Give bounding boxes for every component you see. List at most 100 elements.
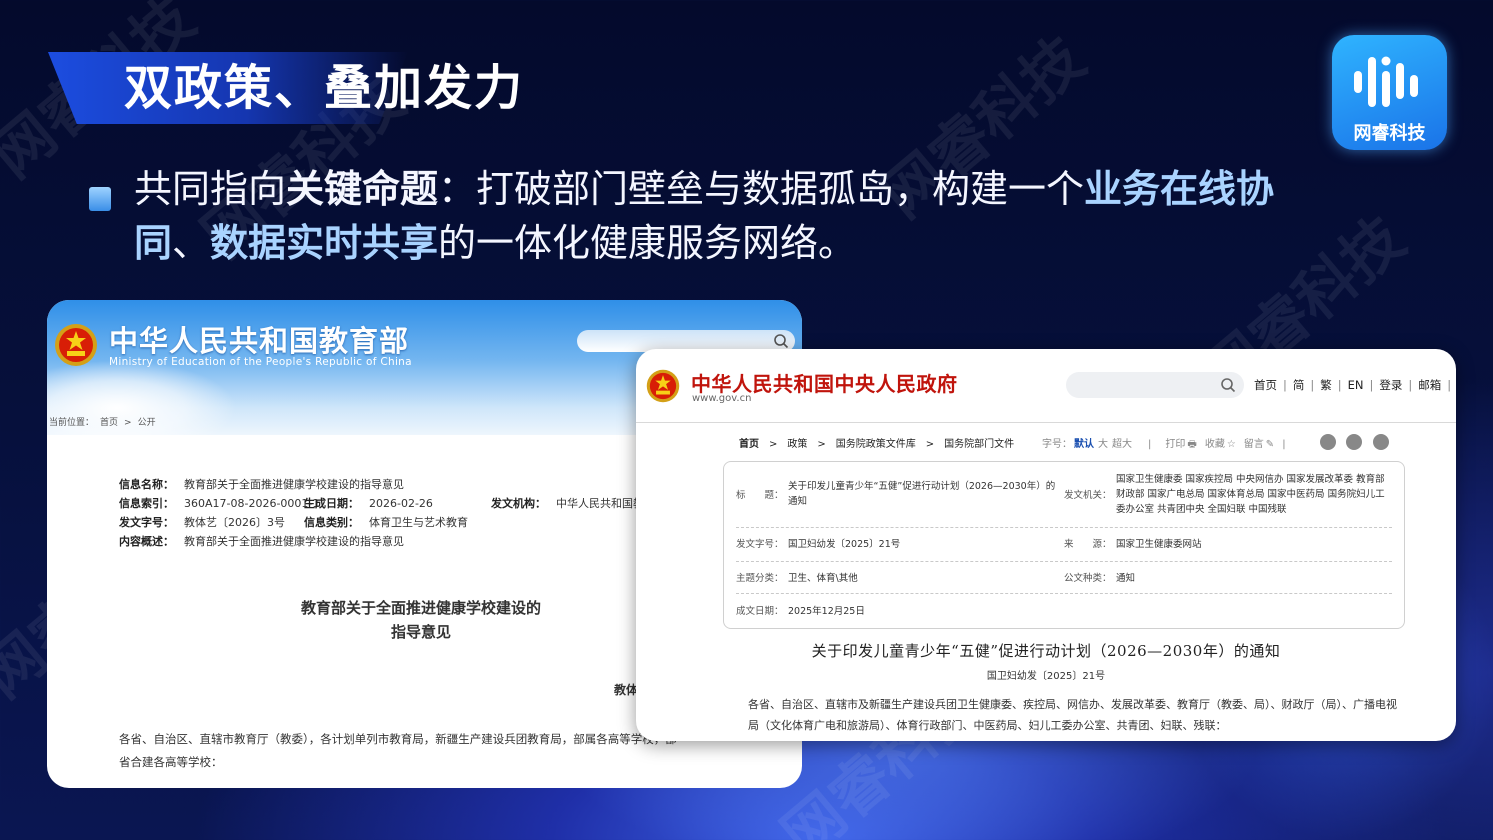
bullet-icon: [89, 187, 111, 211]
field-value: 卫生、体育\其他: [788, 573, 858, 584]
gov-doc-number: 国卫妇幼发〔2025〕21号: [986, 671, 1106, 682]
breadcrumb-home[interactable]: 首页: [739, 439, 759, 450]
field-key: 发文字号：: [736, 539, 784, 550]
national-emblem-icon: [646, 369, 680, 403]
gov-body-text: 各省、自治区、直辖市及新疆生产建设兵团卫生健康委、疾控局、网信办、发展改革委、教…: [748, 698, 1397, 732]
field-key: 标 题：: [736, 490, 784, 501]
breadcrumb-label: 当前位置：: [49, 418, 95, 428]
search-icon[interactable]: [773, 333, 789, 349]
field-key: 公文种类：: [1064, 573, 1112, 584]
meta-row: 信息名称： 教育部关于全面推进健康学校建设的指导意见: [119, 476, 404, 492]
pencil-icon[interactable]: ✎: [1266, 439, 1274, 450]
highlight-keyword: 数据实时共享: [210, 221, 439, 265]
meta-value: 体育卫生与艺术教育: [369, 516, 468, 529]
font-size-default[interactable]: 默认: [1074, 439, 1094, 450]
key-statement: 共同指向关键命题：打破部门壁垒与数据孤岛，构建一个业务在线协同、数据实时共享的一…: [134, 162, 1304, 270]
sound-wave-icon: [1354, 56, 1418, 107]
moe-body-text: 各省、自治区、直辖市教育厅（教委），各计划单列市教育局，新疆生产建设兵团教育局，…: [119, 732, 677, 746]
gov-top-nav: 首页|简|繁|EN|登录|邮箱|无: [1254, 377, 1456, 393]
gov-doc-title: 关于印发儿童青少年“五健”促进行动计划（2026—2030年）的通知: [811, 642, 1281, 660]
nav-separator: |: [1283, 378, 1287, 392]
breadcrumb-home[interactable]: 首页: [100, 418, 118, 428]
moe-site-subtitle: Ministry of Education of the People's Re…: [109, 356, 412, 368]
breadcrumb-separator: >: [124, 418, 132, 428]
meta-row: 发文字号： 教体艺〔2026〕3号 信息类别： 体育卫生与艺术教育: [119, 514, 468, 530]
meta-row: 内容概述： 教育部关于全面推进健康学校建设的指导意见: [119, 533, 404, 549]
slide-title: 双政策、叠加发力: [124, 60, 525, 116]
field-key: 来 源：: [1064, 539, 1112, 550]
meta-value: 教育部关于全面推进健康学校建设的指导意见: [184, 535, 404, 548]
national-emblem-icon: [55, 324, 97, 366]
wechat-share-icon[interactable]: [1346, 434, 1362, 450]
meta-key: 生成日期：: [304, 497, 359, 510]
nav-separator: |: [1447, 378, 1452, 392]
meta-value: 2026-02-26: [369, 497, 433, 510]
breadcrumb-separator: >: [817, 439, 826, 450]
breadcrumb-policy[interactable]: 政策: [787, 439, 807, 450]
breadcrumb: 当前位置： 首页 > 公开: [49, 415, 162, 428]
field-key: 发文机关：: [1064, 490, 1112, 501]
font-size-xlarge[interactable]: 超大: [1112, 439, 1132, 450]
nav-separator: |: [1337, 378, 1342, 392]
divider: [636, 422, 1456, 423]
tools-separator: |: [1282, 439, 1286, 450]
meta-value: 360A17-08-2026-0001-1: [184, 497, 320, 510]
document-info-table: 标 题： 关于印发儿童青少年“五健”促进行动计划（2026—2030年）的通知 …: [723, 461, 1405, 629]
breadcrumb-separator: >: [925, 439, 935, 450]
nav-separator: |: [1408, 378, 1413, 392]
company-logo: 网睿科技: [1332, 35, 1447, 150]
breadcrumb: 首页 > 政策 > 国务院政策文件库 > 国务院部门文件: [739, 435, 1024, 450]
star-icon[interactable]: ☆: [1227, 439, 1236, 450]
moe-body-text: 省合建各高等学校：: [119, 755, 223, 769]
nav-simplified[interactable]: 简: [1293, 377, 1305, 393]
favorite-share-icon[interactable]: [1373, 434, 1389, 450]
gov-document-screenshot: 中华人民共和国中央人民政府 www.gov.cn 首页 | 简 | 繁 | EN | 登录 | 邮箱…: [636, 349, 1456, 741]
header-cloud: [47, 360, 237, 440]
meta-key: 发文字号：: [119, 516, 174, 529]
font-size-large[interactable]: 大: [1098, 439, 1108, 450]
breadcrumb-public[interactable]: 公开: [138, 418, 156, 428]
breadcrumb-policy-library[interactable]: 国务院政策文件库: [836, 439, 916, 450]
weibo-share-icon[interactable]: [1320, 434, 1336, 450]
field-value: 2025年12月25日: [788, 606, 865, 617]
breadcrumb-separator: >: [769, 439, 778, 450]
meta-value: 教体艺〔2026〕3号: [184, 516, 285, 529]
text-span: 共同指向: [134, 167, 287, 211]
favorite-button[interactable]: 收藏: [1205, 439, 1225, 450]
field-key: 成文日期：: [736, 606, 784, 617]
nav-traditional[interactable]: 繁: [1320, 377, 1332, 393]
printer-icon[interactable]: 🖶: [1187, 439, 1196, 450]
nav-home[interactable]: 首页: [1254, 377, 1277, 393]
field-value: 国家卫生健康委 国家疾控局 中央网信办 国家发展改革委 教育部 财政部 国家广电…: [1116, 474, 1385, 515]
gov-search-input[interactable]: [1066, 372, 1244, 398]
nav-separator: |: [1310, 378, 1315, 392]
moe-sender: 教体: [614, 683, 639, 697]
nav-separator: |: [1369, 378, 1374, 392]
nav-login[interactable]: 登录: [1379, 377, 1402, 393]
search-icon[interactable]: [1220, 377, 1236, 393]
text-span: 、: [172, 221, 211, 265]
text-span: 的一体化健康服务网络。: [438, 221, 857, 265]
tools-separator: |: [1148, 439, 1152, 450]
field-value: 国卫妇幼发〔2025〕21号: [788, 539, 901, 550]
gov-site-url: www.gov.cn: [692, 393, 752, 404]
meta-value: 教育部关于全面推进健康学校建设的指导意见: [184, 478, 404, 491]
breadcrumb-dept-docs[interactable]: 国务院部门文件: [944, 439, 1014, 450]
meta-row: 信息索引： 360A17-08-2026-0001-1生成日期： 2026-02-2…: [119, 495, 655, 511]
meta-key: 信息名称：: [119, 478, 174, 491]
meta-key: 发文机构：: [491, 497, 546, 510]
field-value: 关于印发儿童青少年“五健”促进行动计划（2026—2030年）的通知: [788, 481, 1056, 507]
meta-key: 信息索引：: [119, 497, 174, 510]
logo-text: 网睿科技: [1353, 123, 1426, 144]
nav-english[interactable]: EN: [1348, 378, 1364, 392]
text-span: ：打破部门壁垒与数据孤岛，构建一个: [438, 167, 1085, 211]
meta-key: 内容概述：: [119, 535, 174, 548]
field-key: 主题分类：: [736, 573, 784, 584]
nav-mail[interactable]: 邮箱: [1418, 377, 1441, 393]
field-value: 国家卫生健康委网站: [1116, 539, 1202, 550]
moe-site-title: 中华人民共和国教育部: [109, 324, 410, 358]
print-button[interactable]: 打印: [1165, 439, 1185, 450]
meta-key: 信息类别：: [304, 516, 359, 529]
comment-button[interactable]: 留言: [1244, 439, 1264, 450]
article-tools: 字号： 默认大超大 | 打印 🖶 收藏 ☆ 留言 ✎ |: [1042, 435, 1294, 454]
